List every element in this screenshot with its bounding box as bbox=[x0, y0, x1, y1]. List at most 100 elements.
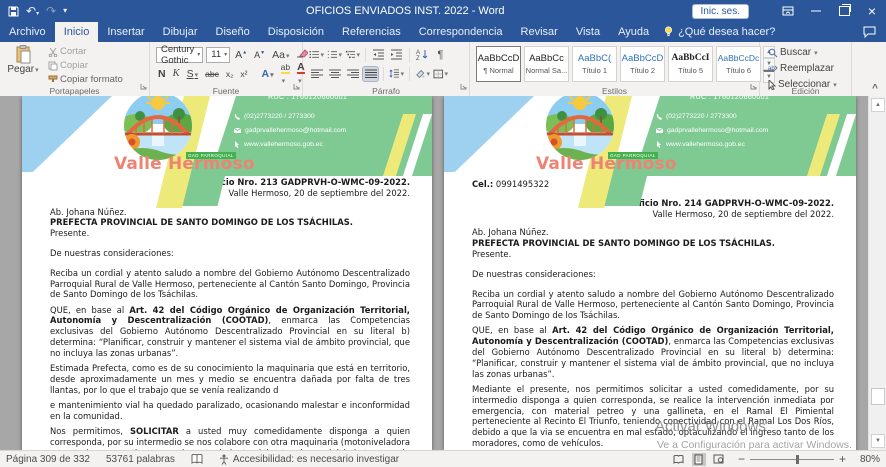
justify-icon bbox=[365, 69, 377, 79]
web-layout-icon[interactable] bbox=[712, 453, 726, 466]
style-titulo-2[interactable]: AaBbCcDTítulo 2 bbox=[620, 46, 665, 82]
page-2[interactable]: Valle Hermoso GAD PARROQUIAL RUC : 17601… bbox=[444, 96, 856, 450]
group-clipboard: Pegar Cortar Copiar Copiar formato Porta… bbox=[0, 42, 150, 96]
superscript-button[interactable]: x² bbox=[238, 69, 249, 79]
collapse-ribbon-icon[interactable]: ^ bbox=[872, 83, 878, 94]
accessibility-status[interactable]: Accesibilidad: es necesario investigar bbox=[219, 454, 399, 465]
page-1[interactable]: Valle Hermoso GAD PARROQUIAL RUC : 17601… bbox=[22, 96, 432, 450]
word-count[interactable]: 53761 palabras bbox=[106, 454, 175, 465]
document-canvas[interactable]: Valle Hermoso GAD PARROQUIAL RUC : 17601… bbox=[0, 96, 886, 450]
font-name-value: Century Gothic bbox=[161, 44, 194, 66]
contact-ruc: RUC : 1760120660001 bbox=[690, 96, 769, 101]
style-titulo-5[interactable]: AaBbCcITítulo 5 bbox=[668, 46, 713, 82]
replace-button[interactable]: ab Reemplazar bbox=[766, 61, 847, 76]
letter-body[interactable]: Cel.: 0991495322 Oficio Nro. 214 GADPRVH… bbox=[444, 179, 856, 450]
bullet-list-button[interactable] bbox=[309, 48, 324, 62]
italic-button[interactable]: K bbox=[171, 68, 182, 79]
tab-disposicion[interactable]: Disposición bbox=[259, 22, 333, 42]
zoom-slider-thumb[interactable] bbox=[796, 455, 799, 464]
customize-qat-icon[interactable]: ▾ bbox=[63, 7, 67, 15]
ribbon-tab-bar: Archivo Inicio Insertar Dibujar Diseño D… bbox=[0, 22, 886, 42]
styles-dialog-launcher-icon[interactable] bbox=[750, 77, 757, 95]
restore-button[interactable] bbox=[830, 0, 858, 22]
tab-correspondencia[interactable]: Correspondencia bbox=[410, 22, 512, 42]
style-normal-sa[interactable]: AaBbCcNormal Sa... bbox=[524, 46, 569, 82]
justify-button[interactable] bbox=[363, 67, 378, 81]
zoom-out-icon[interactable]: − bbox=[738, 452, 745, 466]
close-button[interactable]: × bbox=[858, 0, 886, 22]
tell-me-box[interactable]: ¿Qué desea hacer? bbox=[658, 22, 781, 42]
tab-diseno[interactable]: Diseño bbox=[207, 22, 259, 42]
undo-icon[interactable]: ↶▾ bbox=[26, 5, 39, 17]
subscript-button[interactable]: x₂ bbox=[224, 69, 236, 79]
oficio-heading: Oficio Nro. 214 GADPRVH-O-WMC-09-2022. V… bbox=[472, 198, 834, 220]
zoom-level[interactable]: 80% bbox=[854, 454, 880, 465]
find-button[interactable]: Buscar bbox=[766, 45, 847, 60]
change-case-button[interactable]: Aa bbox=[270, 49, 291, 61]
text-effects-button[interactable]: A bbox=[260, 68, 276, 80]
letter-body[interactable]: Oficio Nro. 213 GADPRVH-O-WMC-09-2022. V… bbox=[22, 177, 432, 450]
strikethrough-button[interactable]: abc bbox=[203, 69, 221, 79]
tab-vista[interactable]: Vista bbox=[567, 22, 609, 42]
align-center-button[interactable] bbox=[327, 67, 342, 81]
title-bar: ↶▾ ↷ ▾ OFICIOS ENVIADOS INST. 2022 - Wor… bbox=[0, 0, 886, 22]
style-normal[interactable]: AaBbCcD¶ Normal bbox=[476, 46, 521, 82]
highlight-icon: ab bbox=[281, 63, 290, 74]
save-icon[interactable] bbox=[8, 6, 19, 17]
show-marks-button[interactable]: ¶ bbox=[433, 48, 448, 62]
multilevel-list-button[interactable] bbox=[345, 48, 360, 62]
tab-referencias[interactable]: Referencias bbox=[333, 22, 410, 42]
page-indicator[interactable]: Página 309 de 332 bbox=[6, 454, 90, 465]
vertical-scrollbar[interactable]: ▲ ▼ bbox=[868, 96, 886, 450]
accessibility-label: Accesibilidad: es necesario investigar bbox=[233, 454, 399, 465]
proofing-status[interactable] bbox=[191, 454, 203, 464]
underline-button[interactable]: S bbox=[185, 68, 201, 80]
letter-paragraph: QUE, en base al Art. 42 del Código Orgán… bbox=[472, 325, 834, 379]
font-dialog-launcher-icon[interactable] bbox=[293, 77, 300, 95]
scroll-down-icon[interactable]: ▼ bbox=[871, 434, 885, 448]
scrollbar-thumb[interactable] bbox=[871, 388, 885, 405]
minimize-button[interactable] bbox=[802, 0, 830, 22]
letterhead: Valle Hermoso GAD PARROQUIAL RUC : 17601… bbox=[444, 96, 856, 176]
decrease-indent-button[interactable] bbox=[371, 48, 386, 62]
zoom-in-icon[interactable]: + bbox=[839, 452, 846, 466]
sort-button[interactable]: AZ bbox=[415, 48, 430, 62]
numbered-list-button[interactable] bbox=[327, 48, 342, 62]
paste-label: Pegar bbox=[7, 64, 38, 75]
paragraph-dialog-launcher-icon[interactable] bbox=[460, 77, 467, 95]
borders-button[interactable] bbox=[433, 67, 448, 81]
ribbon-display-options-icon[interactable] bbox=[774, 0, 802, 22]
shading-button[interactable] bbox=[415, 67, 430, 81]
read-mode-icon[interactable] bbox=[672, 453, 686, 466]
format-painter-button[interactable]: Copiar formato bbox=[46, 73, 125, 86]
paste-icon bbox=[15, 45, 32, 64]
font-size-combobox[interactable]: 11▾ bbox=[206, 47, 230, 63]
highlight-color-button[interactable]: ab bbox=[279, 61, 292, 86]
line-spacing-button[interactable] bbox=[389, 67, 404, 81]
font-size-dropdown-icon[interactable]: ▾ bbox=[224, 51, 227, 58]
clipboard-dialog-launcher-icon[interactable] bbox=[140, 77, 147, 95]
tab-insertar[interactable]: Insertar bbox=[98, 22, 153, 42]
font-name-dropdown-icon[interactable]: ▾ bbox=[197, 51, 200, 58]
tab-archivo[interactable]: Archivo bbox=[0, 22, 55, 42]
undo-dropdown-icon[interactable]: ▾ bbox=[36, 11, 39, 17]
align-left-button[interactable] bbox=[309, 67, 324, 81]
tab-dibujar[interactable]: Dibujar bbox=[154, 22, 207, 42]
paste-button[interactable]: Pegar bbox=[6, 45, 40, 84]
style-titulo-1[interactable]: AaBbC(Título 1 bbox=[572, 46, 617, 82]
increase-indent-button[interactable] bbox=[389, 48, 404, 62]
find-label: Buscar bbox=[780, 47, 811, 58]
scroll-up-icon[interactable]: ▲ bbox=[871, 98, 885, 112]
tab-ayuda[interactable]: Ayuda bbox=[609, 22, 658, 42]
tab-revisar[interactable]: Revisar bbox=[512, 22, 567, 42]
grow-font-button[interactable]: A▲ bbox=[233, 49, 249, 61]
font-name-combobox[interactable]: Century Gothic▾ bbox=[156, 47, 203, 63]
bold-button[interactable]: N bbox=[156, 68, 168, 80]
tab-inicio[interactable]: Inicio bbox=[55, 22, 99, 42]
sign-in-button[interactable]: Inic. ses. bbox=[693, 5, 748, 18]
print-layout-icon[interactable] bbox=[692, 453, 706, 466]
zoom-slider[interactable] bbox=[750, 459, 834, 460]
comments-icon[interactable] bbox=[863, 22, 876, 42]
align-right-button[interactable] bbox=[345, 67, 360, 81]
shrink-font-button[interactable]: A▼ bbox=[252, 50, 267, 60]
